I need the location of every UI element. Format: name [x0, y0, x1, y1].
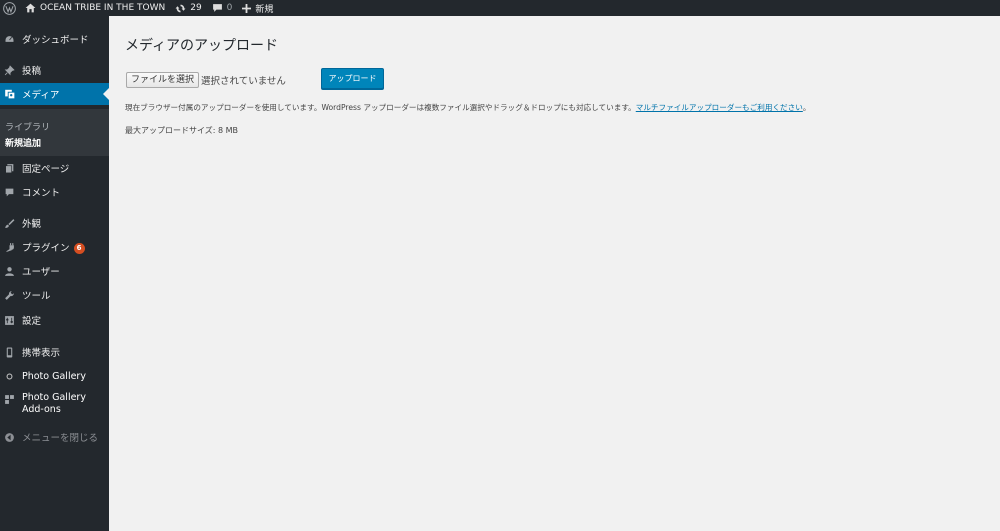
updates-count: 29 — [190, 3, 202, 13]
sidebar-item-label: メディア — [22, 90, 60, 101]
site-name: OCEAN TRIBE IN THE TOWN — [40, 3, 166, 13]
sidebar-item-mobile-display[interactable]: 携帯表示 — [0, 344, 109, 360]
sidebar-item-posts[interactable]: 投稿 — [0, 62, 109, 78]
sidebar-item-label: 設定 — [22, 316, 42, 327]
media-submenu: ライブラリ 新規追加 — [0, 109, 109, 156]
sidebar-item-label: 投稿 — [22, 66, 42, 77]
pin-icon — [3, 64, 16, 77]
wrench-icon — [3, 289, 16, 302]
multi-file-uploader-link[interactable]: マルチファイルアップローダーもご利用ください — [636, 103, 803, 112]
sidebar-item-photo-gallery[interactable]: Photo Gallery — [0, 368, 109, 384]
plus-icon — [242, 3, 252, 13]
browser-uploader-info: 現在ブラウザー付属のアップローダーを使用しています。WordPress アップロ… — [125, 103, 811, 112]
settings-icon — [3, 314, 16, 327]
sidebar-item-label: コメント — [22, 188, 61, 199]
refresh-icon — [175, 3, 186, 14]
site-name-link[interactable]: OCEAN TRIBE IN THE TOWN — [20, 0, 170, 16]
page-title: メディアのアップロード — [125, 38, 279, 54]
sidebar-item-settings[interactable]: 設定 — [0, 312, 109, 328]
file-status-text: 選択されていません — [201, 76, 286, 87]
sidebar-item-media[interactable]: メディア — [0, 83, 109, 105]
submenu-item-library[interactable]: ライブラリ — [5, 120, 50, 133]
brush-icon — [3, 217, 16, 230]
wordpress-logo-icon[interactable] — [0, 0, 20, 16]
puzzle-icon — [3, 393, 16, 406]
sidebar-item-label: 携帯表示 — [22, 348, 61, 359]
updates-link[interactable]: 29 — [170, 0, 206, 16]
plugin-icon — [3, 241, 16, 254]
max-upload-size: 最大アップロードサイズ: 8 MB — [125, 126, 239, 135]
sidebar-item-label: 外観 — [22, 219, 42, 230]
page-icon — [3, 162, 16, 175]
submenu-item-add-new[interactable]: 新規追加 — [5, 136, 41, 149]
sidebar-item-comments[interactable]: コメント — [0, 184, 109, 200]
home-icon — [25, 3, 36, 13]
sidebar-item-tools[interactable]: ツール — [0, 287, 109, 303]
sidebar-item-label: 固定ページ — [22, 164, 70, 175]
sidebar-item-appearance[interactable]: 外観 — [0, 215, 109, 231]
circle-icon — [3, 370, 16, 383]
sidebar-item-photo-gallery-addons[interactable]: Photo Gallery Add-ons — [0, 391, 109, 419]
dashboard-icon — [3, 33, 16, 46]
comments-count: 0 — [226, 3, 233, 13]
sidebar-item-label: ダッシュボード — [22, 35, 89, 46]
sidebar-item-label: Photo Gallery Add-ons — [22, 392, 86, 415]
collapse-menu-label: メニューを閉じる — [22, 433, 99, 444]
admin-bar: OCEAN TRIBE IN THE TOWN 29 0 新規 — [0, 0, 1000, 16]
sidebar-item-label: ツール — [22, 291, 51, 302]
comments-link[interactable]: 0 — [207, 0, 238, 16]
sidebar-item-dashboard[interactable]: ダッシュボード — [0, 31, 109, 47]
new-label: 新規 — [255, 4, 274, 15]
sidebar-item-plugins[interactable]: プラグイン 6 — [0, 239, 109, 255]
collapse-menu-button[interactable]: メニューを閉じる — [0, 429, 109, 445]
user-icon — [3, 265, 16, 278]
sidebar-item-users[interactable]: ユーザー — [0, 263, 109, 279]
sidebar-item-label: プラグイン 6 — [22, 240, 85, 254]
comment-icon — [3, 186, 16, 199]
main-content: メディアのアップロード ファイルを選択 選択されていません アップロード 現在ブ… — [109, 16, 1000, 531]
upload-button[interactable]: アップロード — [321, 68, 384, 89]
sidebar-item-label: ユーザー — [22, 267, 60, 278]
comment-bubble-icon — [212, 3, 223, 13]
sidebar-item-pages[interactable]: 固定ページ — [0, 160, 109, 176]
new-content-link[interactable]: 新規 — [237, 0, 278, 16]
mobile-icon — [3, 346, 16, 359]
collapse-arrow-icon — [3, 431, 16, 444]
choose-file-button[interactable]: ファイルを選択 — [126, 72, 200, 88]
admin-sidebar: ダッシュボード 投稿 メディア ライブラリ 新規追加 固定ページ コメント 外観 — [0, 16, 109, 531]
plugin-update-badge: 6 — [73, 243, 85, 254]
media-icon — [3, 88, 16, 101]
sidebar-item-label: Photo Gallery — [22, 370, 86, 382]
